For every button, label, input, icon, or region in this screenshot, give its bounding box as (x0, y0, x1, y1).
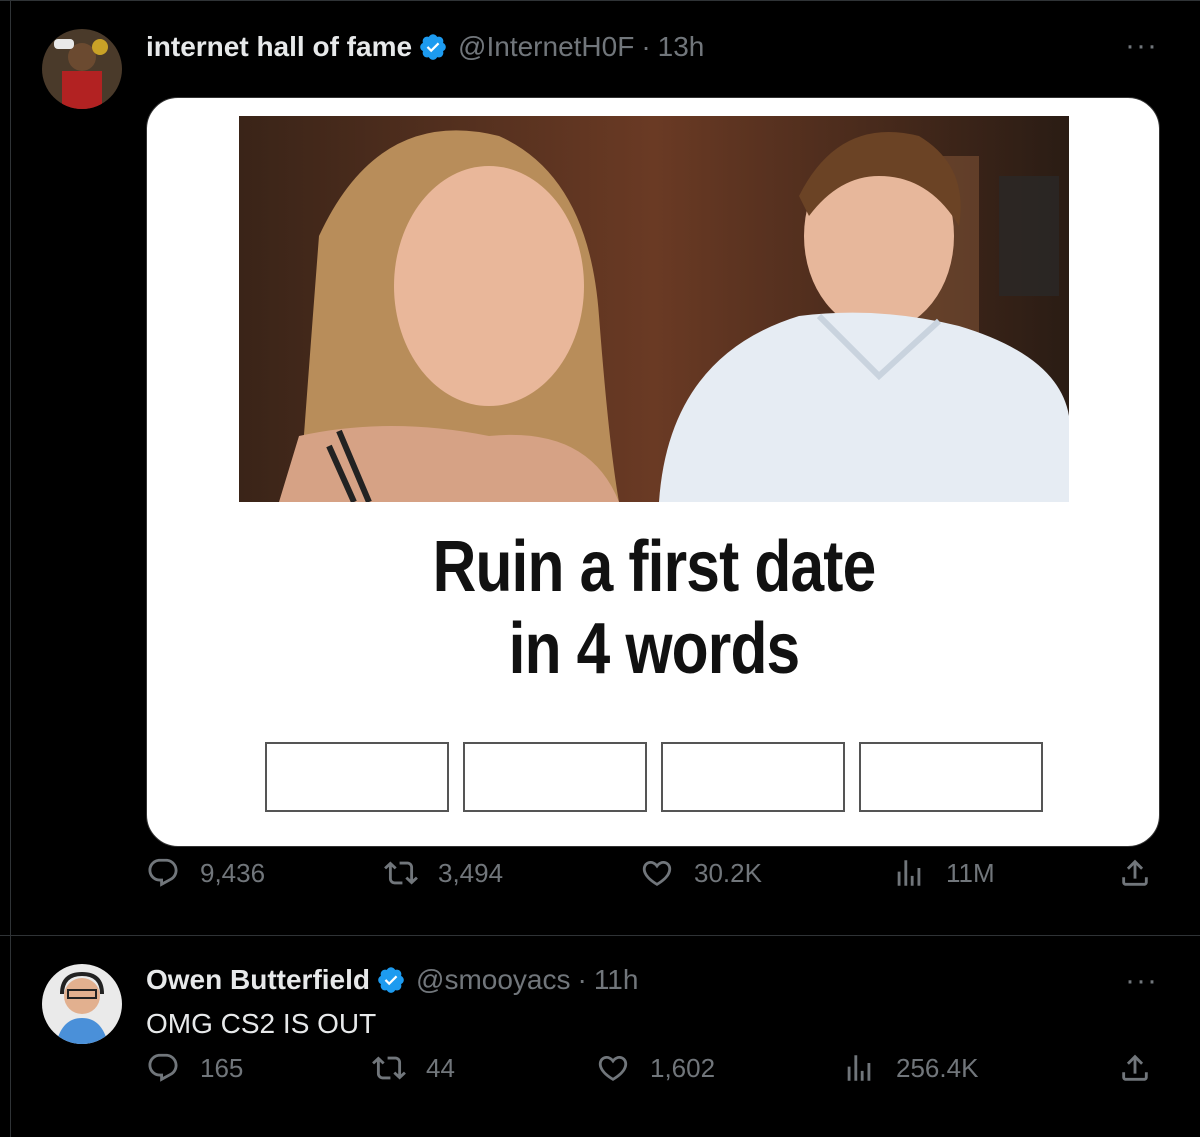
views-button[interactable]: 256.4K (842, 1051, 978, 1085)
share-icon (1122, 859, 1148, 886)
tweet-internet-hall-of-fame[interactable]: internet hall of fame @InternetH0F · 13h… (0, 0, 1200, 935)
repost-count: 44 (426, 1052, 455, 1083)
tweet-text: OMG CS2 IS OUT (146, 1008, 377, 1039)
tweet-header: internet hall of fame @InternetH0F · 13h (146, 31, 704, 63)
like-button[interactable]: 30.2K (640, 856, 762, 890)
like-count: 1,602 (650, 1052, 716, 1083)
views-count: 256.4K (896, 1052, 979, 1083)
timeline-edge (10, 1, 11, 935)
author-handle[interactable]: @InternetH0F (458, 31, 634, 63)
reply-icon (148, 1053, 178, 1082)
separator-dot: · (641, 31, 651, 62)
repost-count: 3,494 (438, 857, 504, 888)
share-button[interactable] (1118, 1051, 1152, 1085)
tweet-header: Owen Butterfield @smooyacs · 11h (146, 964, 638, 996)
views-icon (897, 860, 921, 886)
answer-box (265, 742, 449, 812)
like-icon (642, 860, 672, 886)
author-name[interactable]: Owen Butterfield (146, 964, 370, 996)
repost-button[interactable]: 44 (372, 1051, 455, 1085)
share-button[interactable] (1118, 856, 1152, 890)
reply-icon (148, 858, 178, 887)
avatar[interactable] (42, 29, 122, 109)
repost-icon (372, 1056, 406, 1080)
tweet-owen-butterfield[interactable]: Owen Butterfield @smooyacs · 11h ··· OMG… (0, 935, 1200, 1137)
author-handle[interactable]: @smooyacs (416, 964, 570, 996)
couple-photo-image (239, 116, 1069, 502)
views-count: 11M (946, 857, 995, 888)
like-button[interactable]: 1,602 (596, 1051, 715, 1085)
answer-box (463, 742, 647, 812)
repost-button[interactable]: 3,494 (384, 856, 503, 890)
more-icon[interactable]: ··· (1125, 31, 1158, 61)
caption-line-2: in 4 words (508, 609, 801, 689)
avatar-image (42, 964, 122, 1044)
answer-boxes (265, 742, 1043, 812)
repost-icon (384, 861, 418, 885)
timestamp[interactable]: 11h (594, 964, 639, 996)
share-icon (1122, 1054, 1148, 1081)
reply-button[interactable]: 9,436 (146, 856, 265, 890)
tweet-media[interactable]: Ruin a first date in 4 words (146, 97, 1160, 847)
answer-box (859, 742, 1043, 812)
separator-dot: · (577, 964, 587, 995)
verified-badge-icon (378, 967, 404, 993)
like-icon (598, 1055, 628, 1081)
author-name[interactable]: internet hall of fame (146, 31, 412, 63)
views-icon (847, 1055, 871, 1081)
more-icon[interactable]: ··· (1125, 966, 1158, 996)
like-count: 30.2K (694, 857, 762, 888)
avatar-image (42, 29, 122, 109)
caption-line-1: Ruin a first date (432, 527, 877, 607)
answer-box (661, 742, 845, 812)
views-button[interactable]: 11M (892, 856, 995, 890)
avatar[interactable] (42, 964, 122, 1044)
meme-photo (239, 116, 1069, 502)
timestamp[interactable]: 13h (658, 31, 705, 63)
verified-badge-icon (420, 34, 446, 60)
reply-button[interactable]: 165 (146, 1051, 243, 1085)
reply-count: 9,436 (200, 857, 266, 888)
reply-count: 165 (200, 1052, 244, 1083)
meme-caption: Ruin a first date in 4 words (305, 526, 1002, 690)
timeline-edge (10, 936, 11, 1137)
